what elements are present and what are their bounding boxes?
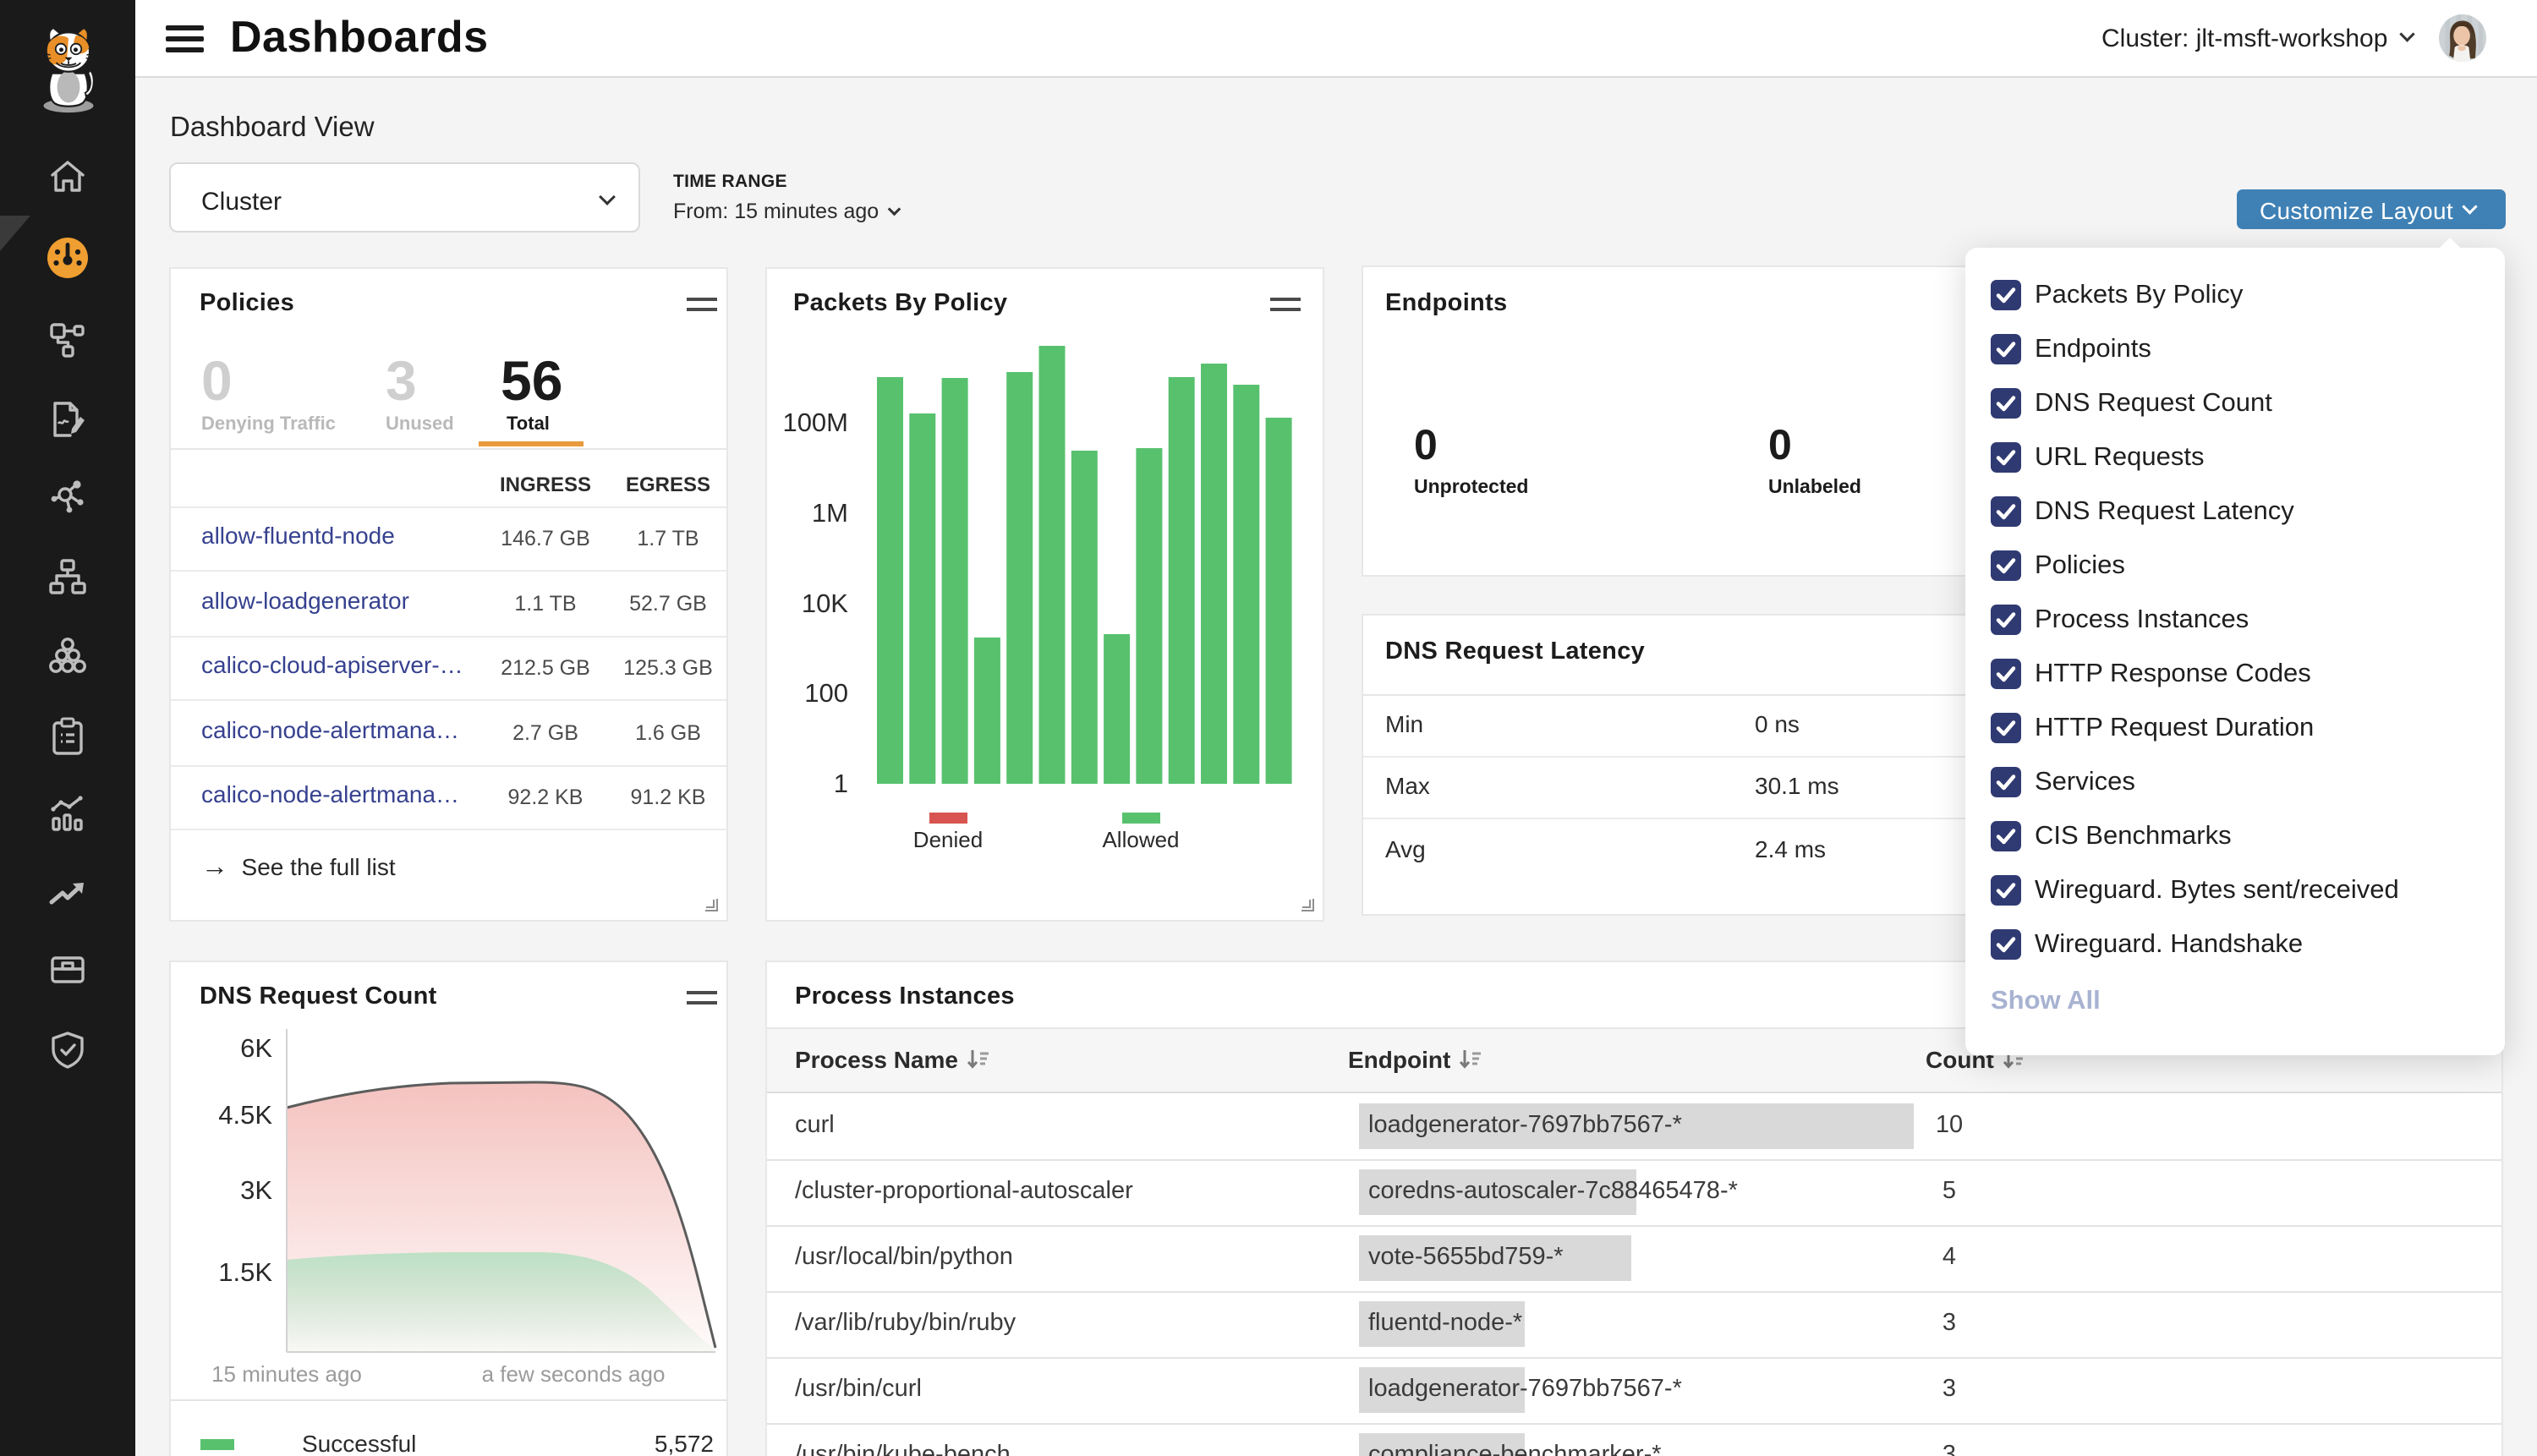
svg-text:1.5K: 1.5K: [218, 1257, 272, 1287]
svg-text:4.5K: 4.5K: [218, 1100, 272, 1130]
svg-text:6K: 6K: [240, 1033, 272, 1063]
svg-text:1M: 1M: [812, 498, 848, 528]
svg-text:1: 1: [834, 769, 848, 798]
svg-text:3K: 3K: [240, 1175, 272, 1205]
svg-text:100M: 100M: [782, 408, 848, 437]
svg-text:10K: 10K: [802, 588, 848, 618]
svg-text:100: 100: [804, 678, 848, 708]
